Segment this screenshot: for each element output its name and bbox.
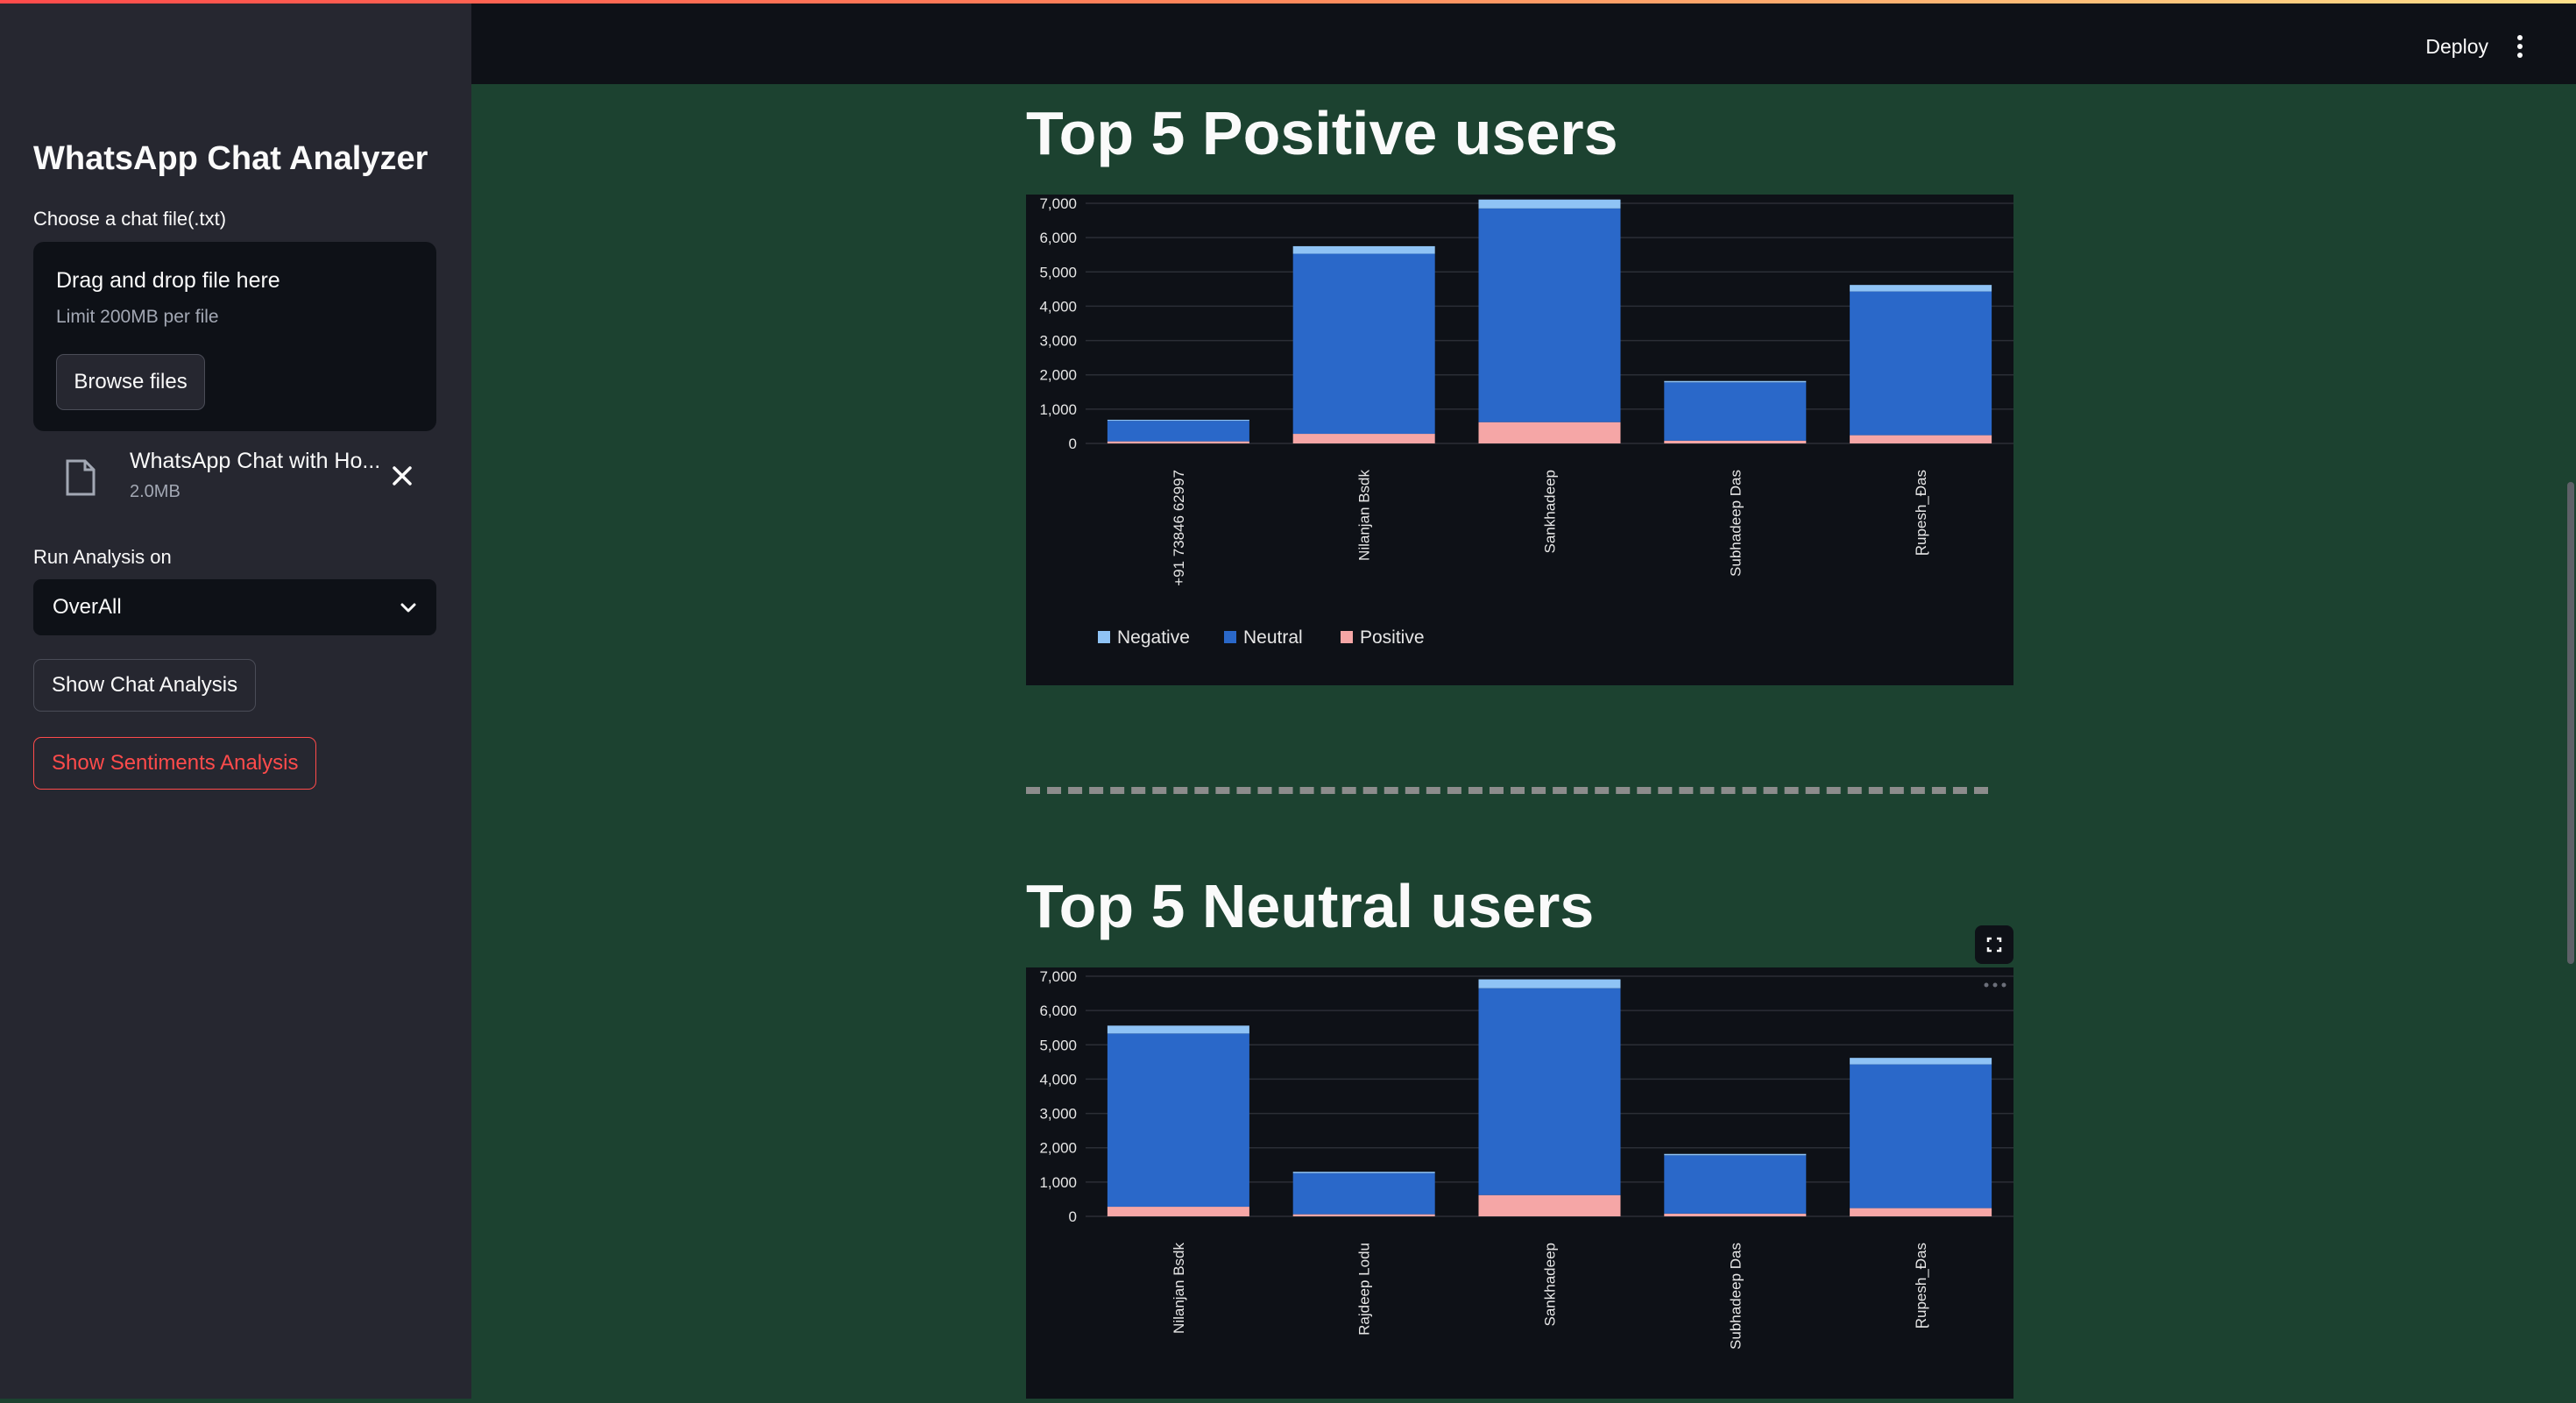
- bar-neutral[interactable]: [1478, 208, 1621, 422]
- y-tick-label: 0: [1069, 436, 1077, 452]
- analysis-select-value: OverAll: [53, 595, 122, 619]
- bar-neutral[interactable]: [1664, 1155, 1807, 1214]
- y-tick-label: 2,000: [1039, 1140, 1077, 1157]
- expand-icon: [1986, 937, 2002, 953]
- x-tick-label: Subhadeep Das: [1727, 470, 1744, 577]
- bar-neutral[interactable]: [1664, 382, 1807, 441]
- y-tick-label: 0: [1069, 1208, 1077, 1225]
- section-divider: [1026, 787, 1988, 794]
- bar-negative[interactable]: [1478, 979, 1621, 988]
- x-tick-label: Sankhadeep: [1542, 470, 1559, 553]
- x-tick-label: Ɽupesh_Ɖas: [1913, 470, 1929, 556]
- y-tick-label: 3,000: [1039, 333, 1077, 350]
- bar-negative[interactable]: [1292, 245, 1435, 254]
- positive-users-title: Top 5 Positive users: [1026, 99, 1618, 167]
- bar-negative[interactable]: [1664, 380, 1807, 383]
- deploy-button[interactable]: Deploy: [2425, 35, 2488, 59]
- bar-positive[interactable]: [1107, 1207, 1249, 1216]
- loading-bar: [0, 0, 2576, 4]
- analysis-user-select[interactable]: OverAll: [33, 579, 436, 635]
- legend-swatch-neutral: [1224, 631, 1236, 643]
- bar-negative[interactable]: [1664, 1153, 1807, 1156]
- bar-neutral[interactable]: [1850, 291, 1992, 436]
- uploaded-file: WhatsApp Chat with Ho... 2.0MB: [33, 445, 436, 517]
- bar-positive[interactable]: [1292, 1214, 1435, 1216]
- x-tick-label: Subhadeep Das: [1727, 1243, 1744, 1350]
- legend-swatch-negative: [1098, 631, 1110, 643]
- file-uploader-label: Choose a chat file(.txt): [33, 208, 227, 230]
- x-tick-label: Nilanjan Bsdk: [1356, 470, 1373, 561]
- bar-neutral[interactable]: [1107, 421, 1249, 442]
- bar-neutral[interactable]: [1850, 1064, 1992, 1208]
- bar-positive[interactable]: [1664, 1213, 1807, 1216]
- positive-users-chart: 0 1,000 2,000 3,000 4,000 5,000 6,000 7,000 +91 …: [1039, 195, 2013, 648]
- bar-positive[interactable]: [1107, 441, 1249, 443]
- browse-files-button[interactable]: Browse files: [56, 354, 205, 410]
- bar-negative[interactable]: [1850, 1058, 1992, 1065]
- y-tick-label: 4,000: [1039, 298, 1077, 315]
- sidebar: WhatsApp Chat Analyzer Choose a chat fil…: [0, 0, 471, 1399]
- scrollbar-thumb[interactable]: [2567, 482, 2574, 964]
- x-tick-label: Nilanjan Bsdk: [1171, 1243, 1187, 1334]
- y-tick-label: 3,000: [1039, 1106, 1077, 1123]
- x-tick-label: Rajdeep Lodu: [1356, 1243, 1373, 1336]
- show-chat-analysis-button[interactable]: Show Chat Analysis: [33, 659, 257, 712]
- uploaded-file-size: 2.0MB: [130, 482, 180, 501]
- bar-negative[interactable]: [1478, 199, 1621, 209]
- file-icon: [66, 459, 96, 496]
- y-tick-label: 6,000: [1039, 230, 1077, 246]
- bar-negative[interactable]: [1292, 1172, 1435, 1173]
- bar-positive[interactable]: [1850, 1208, 1992, 1216]
- scrollbar[interactable]: [2564, 84, 2576, 1399]
- analysis-select-label: Run Analysis on: [33, 546, 172, 568]
- y-tick-label: 1,000: [1039, 401, 1077, 418]
- neutral-users-chart: 0 1,000 2,000 3,000 4,000 5,000 6,000 7,000 Nila…: [1039, 968, 2013, 1350]
- bar-positive[interactable]: [1478, 1194, 1621, 1216]
- legend-label-neutral: Neutral: [1243, 627, 1303, 648]
- bar-neutral[interactable]: [1107, 1033, 1249, 1208]
- y-tick-label: 2,000: [1039, 367, 1077, 384]
- positive-users-chart-container: 0 1,000 2,000 3,000 4,000 5,000 6,000 7,000 +91 …: [1026, 195, 2013, 685]
- show-sentiments-analysis-button[interactable]: Show Sentiments Analysis: [33, 737, 317, 790]
- legend-label-positive: Positive: [1360, 627, 1425, 648]
- kebab-menu-icon[interactable]: [2509, 32, 2530, 67]
- app-header: Deploy: [471, 0, 2576, 84]
- neutral-users-title: Top 5 Neutral users: [1026, 872, 1595, 940]
- chevron-down-icon: [400, 603, 416, 613]
- y-tick-label: 6,000: [1039, 1003, 1077, 1019]
- chart-actions-icon[interactable]: [1982, 980, 2008, 990]
- x-tick-label: +91 73846 62997: [1171, 470, 1187, 586]
- y-tick-label: 1,000: [1039, 1174, 1077, 1191]
- close-icon[interactable]: [387, 461, 417, 491]
- dropzone-limit: Limit 200MB per file: [56, 307, 219, 327]
- x-tick-label: Sankhadeep: [1542, 1243, 1559, 1326]
- uploaded-file-name: WhatsApp Chat with Ho...: [130, 449, 381, 473]
- legend-swatch-positive: [1341, 631, 1353, 643]
- y-tick-label: 5,000: [1039, 1037, 1077, 1053]
- bar-positive[interactable]: [1850, 435, 1992, 443]
- file-dropzone[interactable]: Drag and drop file here Limit 200MB per …: [33, 242, 436, 431]
- bar-negative[interactable]: [1107, 1025, 1249, 1034]
- bar-positive[interactable]: [1478, 422, 1621, 443]
- dropzone-title: Drag and drop file here: [56, 268, 280, 293]
- y-tick-label: 7,000: [1039, 195, 1077, 212]
- bar-negative[interactable]: [1850, 285, 1992, 292]
- neutral-users-chart-container: 0 1,000 2,000 3,000 4,000 5,000 6,000 7,000 Nila…: [1026, 967, 2013, 1399]
- fullscreen-button[interactable]: [1975, 925, 2013, 964]
- bar-positive[interactable]: [1292, 434, 1435, 443]
- x-tick-label: Ɽupesh_Ɖas: [1913, 1243, 1929, 1329]
- bar-neutral[interactable]: [1292, 1173, 1435, 1215]
- bar-negative[interactable]: [1107, 419, 1249, 422]
- y-tick-label: 7,000: [1039, 968, 1077, 985]
- y-tick-label: 5,000: [1039, 264, 1077, 280]
- app-title: WhatsApp Chat Analyzer: [33, 140, 428, 177]
- bar-positive[interactable]: [1664, 440, 1807, 443]
- legend-label-negative: Negative: [1117, 627, 1190, 648]
- bar-neutral[interactable]: [1478, 988, 1621, 1195]
- bar-neutral[interactable]: [1292, 253, 1435, 435]
- y-tick-label: 4,000: [1039, 1071, 1077, 1088]
